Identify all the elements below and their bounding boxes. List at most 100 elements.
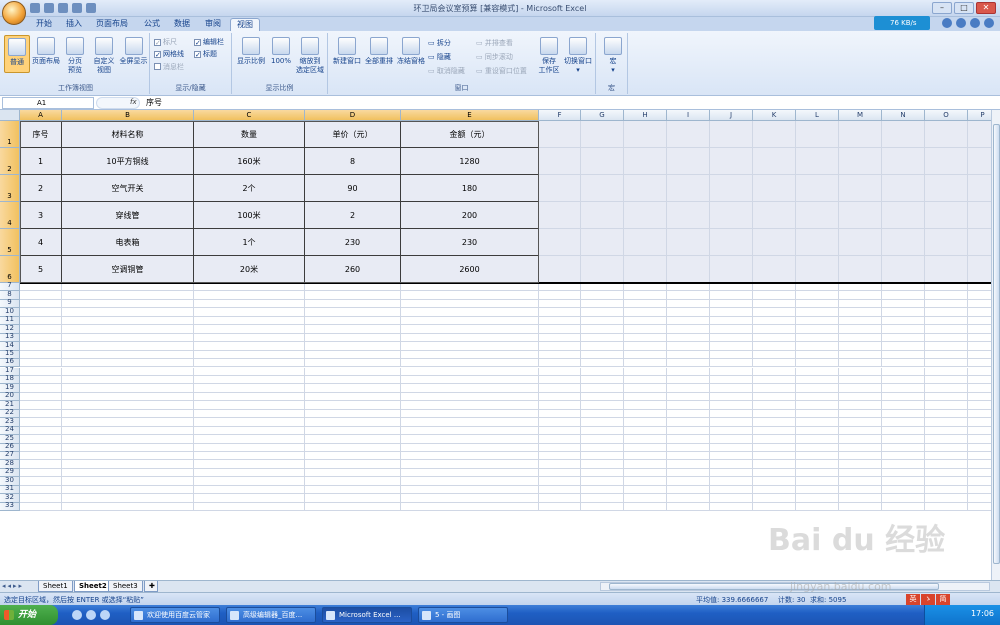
cell-m15[interactable] [839,350,882,360]
cell-l19[interactable] [796,384,839,393]
tab-home[interactable]: 开始 [30,18,58,31]
sheet-tab-2[interactable]: Sheet2 [74,581,112,592]
cell-m31[interactable] [839,485,882,495]
cell-e14[interactable] [401,342,539,351]
column-header-g[interactable]: G [581,110,624,121]
cell-b23[interactable] [62,418,194,427]
cell-l22[interactable] [796,409,839,419]
headings-checkbox[interactable]: ✓ 标题 [194,50,217,59]
cell-e33[interactable] [401,502,539,512]
cell-c10[interactable] [194,308,305,317]
cell-e21[interactable] [401,401,539,410]
cell-j2[interactable] [710,148,753,175]
cell-n7[interactable] [882,283,925,292]
cell-k17[interactable] [753,367,796,376]
cell-j17[interactable] [710,367,753,376]
cell-m27[interactable] [839,452,882,461]
cell-i12[interactable] [667,325,710,334]
cell-d28[interactable] [305,460,401,469]
cell-h9[interactable] [624,299,667,309]
cell-j13[interactable] [710,333,753,343]
cell-g11[interactable] [581,316,624,326]
cell-k8[interactable] [753,291,796,300]
cell-o4[interactable] [925,202,968,229]
cell-e24[interactable] [401,426,539,436]
cell-l30[interactable] [796,477,839,486]
cell-i14[interactable] [667,342,710,351]
column-header-i[interactable]: I [667,110,710,121]
cell-k7[interactable] [753,283,796,292]
formula-input[interactable]: 序号 [146,97,162,108]
vertical-scroll-thumb[interactable] [993,124,1000,564]
cell-l11[interactable] [796,316,839,326]
cell-d10[interactable] [305,308,401,317]
cell-n24[interactable] [882,426,925,436]
cell-d29[interactable] [305,468,401,478]
cell-b9[interactable] [62,299,194,309]
cell-g2[interactable] [581,148,624,175]
cell-i19[interactable] [667,384,710,393]
zoom-100-button[interactable]: 100% [268,37,294,66]
cell-l10[interactable] [796,308,839,317]
cell-m19[interactable] [839,384,882,393]
cell-c25[interactable] [194,435,305,444]
cell-b25[interactable] [62,435,194,444]
cell-f2[interactable] [539,148,581,175]
cell-b19[interactable] [62,384,194,393]
cell-g16[interactable] [581,359,624,368]
cell-e25[interactable] [401,435,539,444]
cell-i23[interactable] [667,418,710,427]
cell-n26[interactable] [882,443,925,452]
cell-n11[interactable] [882,316,925,326]
cell-e8[interactable] [401,291,539,300]
page-layout-view-button[interactable]: 页面布局 [31,37,61,66]
cell-k21[interactable] [753,401,796,410]
cell-o8[interactable] [925,291,968,300]
cell-c24[interactable] [194,426,305,436]
cell-f16[interactable] [539,359,581,368]
cell-l29[interactable] [796,468,839,478]
cell-b28[interactable] [62,460,194,469]
cell-k2[interactable] [753,148,796,175]
cell-k6[interactable] [753,256,796,283]
cell-j16[interactable] [710,359,753,368]
cell-n16[interactable] [882,359,925,368]
cell-o7[interactable] [925,283,968,292]
freeze-panes-button[interactable]: 冻结窗格 [395,37,427,66]
cell-m7[interactable] [839,283,882,292]
cell-b10[interactable] [62,308,194,317]
cell-b22[interactable] [62,409,194,419]
cell-o9[interactable] [925,299,968,309]
cell-n28[interactable] [882,460,925,469]
cell-c12[interactable] [194,325,305,334]
cell-c8[interactable] [194,291,305,300]
cell-o31[interactable] [925,485,968,495]
cell-j10[interactable] [710,308,753,317]
cell-o26[interactable] [925,443,968,452]
cell-l33[interactable] [796,502,839,512]
cell-o20[interactable] [925,392,968,402]
cell-c9[interactable] [194,299,305,309]
cell-d33[interactable] [305,502,401,512]
cell-k31[interactable] [753,485,796,495]
cell-k10[interactable] [753,308,796,317]
cell-g8[interactable] [581,291,624,300]
cell-k13[interactable] [753,333,796,343]
cell-l5[interactable] [796,229,839,256]
cell-n13[interactable] [882,333,925,343]
cell-m29[interactable] [839,468,882,478]
cell-c26[interactable] [194,443,305,452]
cell-g7[interactable] [581,283,624,292]
column-header-f[interactable]: F [539,110,581,121]
clock[interactable]: 17:06 [971,609,994,618]
cell-m25[interactable] [839,435,882,444]
tab-insert[interactable]: 插入 [60,18,88,31]
cell-o15[interactable] [925,350,968,360]
cell-b27[interactable] [62,452,194,461]
cell-j7[interactable] [710,283,753,292]
taskbar-item[interactable]: 高级编辑器_百度... [226,607,316,623]
cell-d15[interactable] [305,350,401,360]
cell-g25[interactable] [581,435,624,444]
cell-l21[interactable] [796,401,839,410]
cell-l16[interactable] [796,359,839,368]
